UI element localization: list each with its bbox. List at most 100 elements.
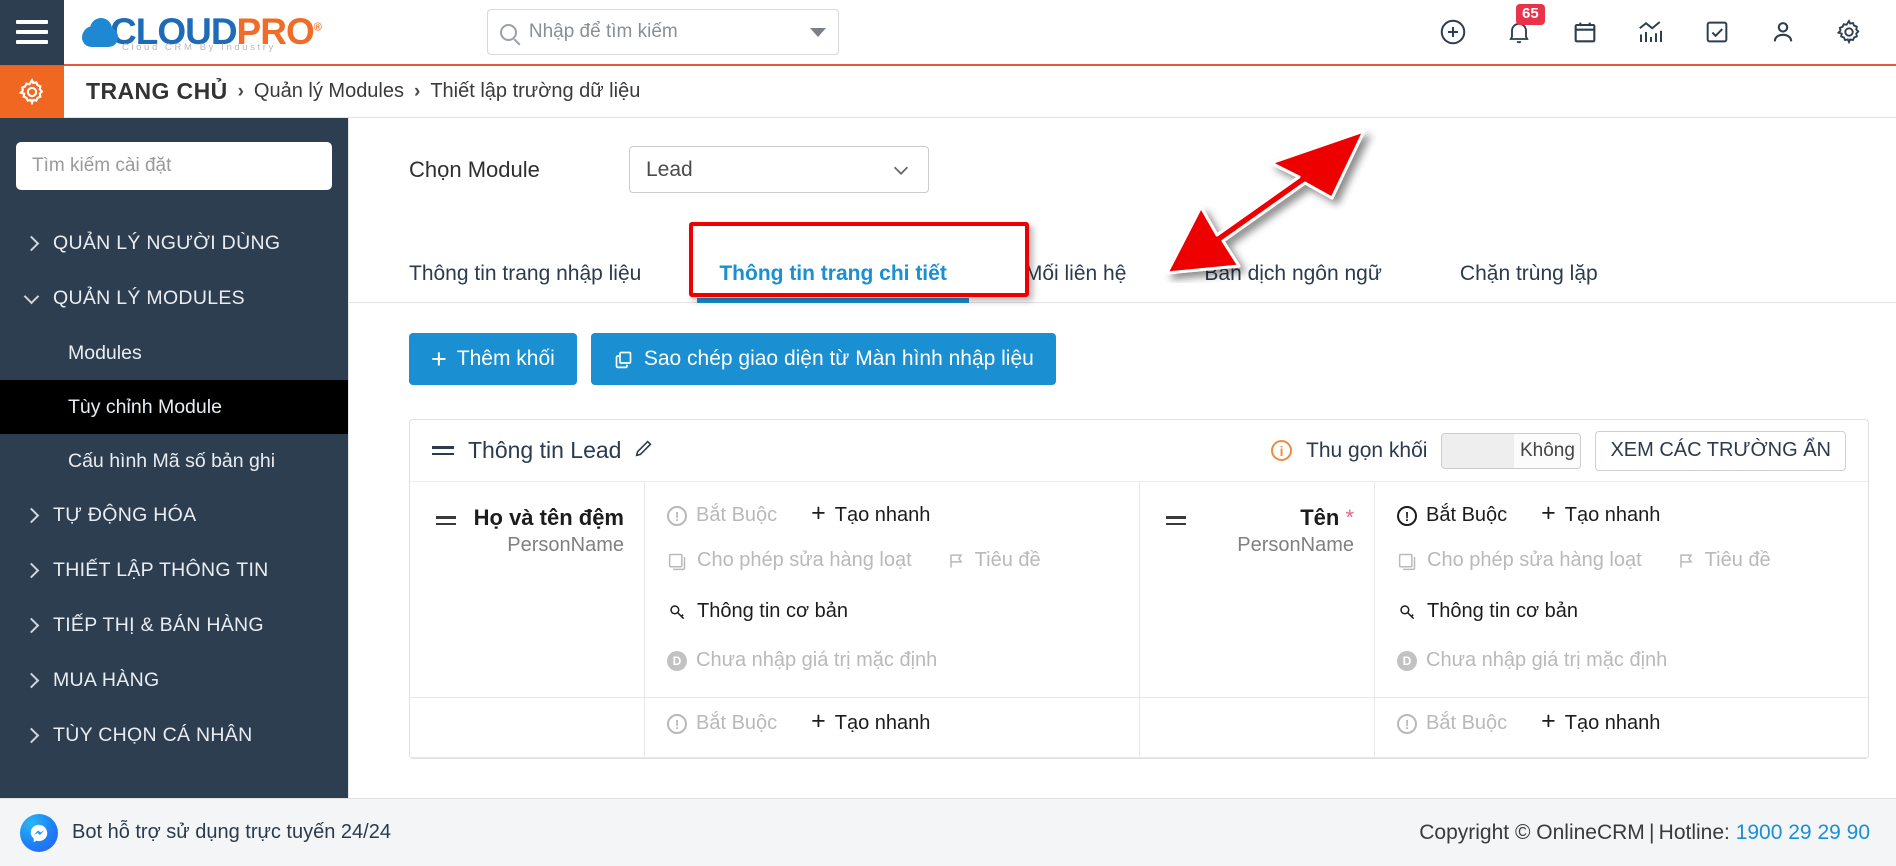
breadcrumb-home[interactable]: TRANG CHỦ bbox=[86, 78, 228, 105]
copyright-label: Copyright © OnlineCRM | Hotline: bbox=[1419, 820, 1736, 844]
sidebar-search-input[interactable] bbox=[32, 155, 316, 177]
global-search[interactable] bbox=[486, 9, 839, 55]
gear-icon[interactable] bbox=[1834, 17, 1864, 47]
module-select[interactable]: Lead bbox=[629, 146, 929, 193]
default-value-option[interactable]: D Chưa nhập giá trị mặc định bbox=[667, 649, 937, 672]
drag-handle-icon[interactable] bbox=[432, 446, 454, 455]
info-icon[interactable]: i bbox=[1271, 440, 1293, 461]
sidebar-group-purchasing[interactable]: MUA HÀNG bbox=[0, 653, 348, 708]
sidebar-item-label: Modules bbox=[68, 341, 142, 364]
collapse-block-toggle[interactable]: Không bbox=[1441, 432, 1582, 469]
add-circle-icon[interactable] bbox=[1438, 17, 1468, 47]
sidebar-group-marketing-sales[interactable]: TIẾP THỊ & BÁN HÀNG bbox=[0, 598, 348, 653]
tab-translations[interactable]: Bản dịch ngôn ngữ bbox=[1204, 262, 1382, 302]
sidebar-group-info-setup[interactable]: THIẾT LẬP THÔNG TIN bbox=[0, 543, 348, 598]
default-value-label: Chưa nhập giá trị mặc định bbox=[696, 649, 938, 671]
key-info-option[interactable]: Thông tin cơ bản bbox=[667, 600, 848, 623]
mass-edit-option[interactable]: Cho phép sửa hàng loạt bbox=[1397, 549, 1642, 572]
user-icon[interactable] bbox=[1768, 17, 1798, 47]
tab-detail-view[interactable]: Thông tin trang chi tiết bbox=[697, 262, 970, 303]
chevron-down-icon[interactable] bbox=[809, 27, 826, 37]
breadcrumb-item-field-setup: Thiết lập trường dữ liệu bbox=[430, 80, 641, 102]
default-value-option[interactable]: D Chưa nhập giá trị mặc định bbox=[1397, 649, 1667, 672]
quick-create-option-label: Tạo nhanh bbox=[1564, 712, 1661, 734]
chevron-right-icon bbox=[23, 617, 40, 634]
chevron-right-icon bbox=[23, 235, 40, 252]
sidebar-item-record-numbering[interactable]: Cấu hình Mã số bản ghi bbox=[0, 434, 348, 488]
tab-duplicate-prevention[interactable]: Chặn trùng lặp bbox=[1460, 262, 1598, 302]
header-option-label: Tiêu đề bbox=[974, 549, 1041, 571]
analytics-icon[interactable] bbox=[1636, 17, 1666, 47]
exclamation-circle-icon: ! bbox=[1397, 506, 1417, 526]
add-block-button[interactable]: + Thêm khối bbox=[409, 333, 577, 385]
task-check-icon[interactable] bbox=[1702, 17, 1732, 47]
header-option-label: Tiêu đề bbox=[1704, 549, 1771, 571]
plus-icon: + bbox=[811, 707, 826, 735]
sidebar-group-label: TIẾP THỊ & BÁN HÀNG bbox=[53, 614, 264, 636]
field-row-partial: ! Bắt Buộc + Tạo nhanh bbox=[410, 698, 1139, 758]
copy-layout-button[interactable]: Sao chép giao diện từ Màn hình nhập liệu bbox=[590, 333, 1056, 385]
drag-handle-icon[interactable] bbox=[436, 504, 456, 525]
field-option-line: Cho phép sửa hàng loạt Tiêu đề bbox=[1397, 549, 1850, 572]
mass-edit-icon bbox=[1398, 553, 1416, 571]
tab-edit-view[interactable]: Thông tin trang nhập liệu bbox=[409, 262, 641, 302]
required-option-label: Bắt Buộc bbox=[696, 712, 778, 734]
sidebar-group-label: THIẾT LẬP THÔNG TIN bbox=[53, 559, 269, 581]
sidebar-group-automation[interactable]: TỰ ĐỘNG HÓA bbox=[0, 488, 348, 543]
field-option-line: D Chưa nhập giá trị mặc định bbox=[1397, 649, 1850, 672]
sidebar-item-customize-module[interactable]: Tùy chỉnh Module bbox=[0, 380, 348, 434]
key-info-option-label: Thông tin cơ bản bbox=[1427, 600, 1578, 622]
key-info-option[interactable]: Thông tin cơ bản bbox=[1397, 600, 1578, 623]
mass-edit-option[interactable]: Cho phép sửa hàng loạt bbox=[667, 549, 912, 572]
quick-create-option[interactable]: + Tạo nhanh bbox=[811, 501, 930, 527]
sidebar-group-label: QUẢN LÝ MODULES bbox=[53, 287, 245, 309]
support-bot-link[interactable]: Bot hỗ trợ sử dụng trực tuyến 24/24 bbox=[0, 813, 391, 852]
sidebar-group-module-management[interactable]: QUẢN LÝ MODULES bbox=[0, 271, 348, 326]
app-root: CLOUDPRO® Cloud CRM By Industry 65 bbox=[0, 0, 1896, 866]
sidebar-group-label: TỰ ĐỘNG HÓA bbox=[53, 504, 197, 526]
tab-relationships[interactable]: Mối liên hệ bbox=[1025, 262, 1127, 302]
search-icon bbox=[499, 23, 517, 41]
chevron-down-icon bbox=[23, 288, 40, 304]
search-input[interactable] bbox=[528, 21, 810, 43]
required-option[interactable]: ! Bắt Buộc bbox=[1397, 504, 1507, 527]
sidebar-item-modules[interactable]: Modules bbox=[0, 326, 348, 380]
tab-label: Thông tin trang nhập liệu bbox=[409, 262, 642, 285]
header-option[interactable]: Tiêu đề bbox=[946, 549, 1041, 572]
drag-handle-icon[interactable] bbox=[1166, 504, 1186, 525]
field-option-line: ! Bắt Buộc + Tạo nhanh bbox=[1397, 499, 1850, 527]
chevron-right-icon bbox=[23, 672, 40, 689]
brand-logo[interactable]: CLOUDPRO® Cloud CRM By Industry bbox=[82, 13, 322, 53]
header-option[interactable]: Tiêu đề bbox=[1676, 549, 1771, 572]
field-options-cell: ! Bắt Buộc + Tạo nhanh bbox=[1374, 698, 1868, 757]
settings-gear-button[interactable] bbox=[0, 65, 64, 118]
sidebar-group-label: TÙY CHỌN CÁ NHÂN bbox=[53, 724, 253, 746]
top-icon-group: 65 bbox=[1438, 4, 1896, 47]
sidebar-search[interactable] bbox=[16, 142, 332, 190]
sidebar-group-personal-options[interactable]: TÙY CHỌN CÁ NHÂN bbox=[0, 708, 348, 763]
hotline-link[interactable]: 1900 29 29 90 bbox=[1736, 821, 1870, 844]
edit-pencil-icon[interactable] bbox=[633, 437, 655, 464]
main-content: Chọn Module Lead Thông tin trang nhập li… bbox=[348, 118, 1896, 798]
quick-create-option[interactable]: + Tạo nhanh bbox=[811, 707, 930, 735]
cloud-icon bbox=[82, 17, 118, 50]
sidebar-group-user-management[interactable]: QUẢN LÝ NGƯỜI DÙNG bbox=[0, 216, 348, 271]
required-option[interactable]: ! Bắt Buộc bbox=[667, 504, 777, 527]
breadcrumb-item-modules[interactable]: Quản lý Modules bbox=[254, 80, 404, 103]
breadcrumb-separator-icon: › bbox=[237, 80, 244, 102]
view-hidden-fields-button[interactable]: XEM CÁC TRƯỜNG ẨN bbox=[1595, 430, 1846, 471]
required-option-label: Bắt Buộc bbox=[1426, 504, 1508, 526]
quick-create-option[interactable]: + Tạo nhanh bbox=[1541, 499, 1660, 527]
calendar-icon[interactable] bbox=[1570, 17, 1600, 47]
hamburger-menu-button[interactable] bbox=[0, 0, 64, 65]
exclamation-circle-icon: ! bbox=[667, 506, 687, 526]
breadcrumb: TRANG CHỦ › Quản lý Modules › Thiết lập … bbox=[86, 78, 640, 105]
field-name-cell bbox=[410, 698, 644, 757]
quick-create-option[interactable]: + Tạo nhanh bbox=[1541, 709, 1661, 735]
bell-icon[interactable]: 65 bbox=[1504, 4, 1545, 47]
tab-label: Chặn trùng lặp bbox=[1459, 262, 1598, 285]
plus-icon: + bbox=[1541, 499, 1556, 527]
required-option[interactable]: ! Bắt Buộc bbox=[667, 712, 777, 735]
required-option[interactable]: ! Bắt Buộc bbox=[1397, 712, 1507, 735]
footer-bar: Bot hỗ trợ sử dụng trực tuyến 24/24 Copy… bbox=[0, 798, 1896, 866]
